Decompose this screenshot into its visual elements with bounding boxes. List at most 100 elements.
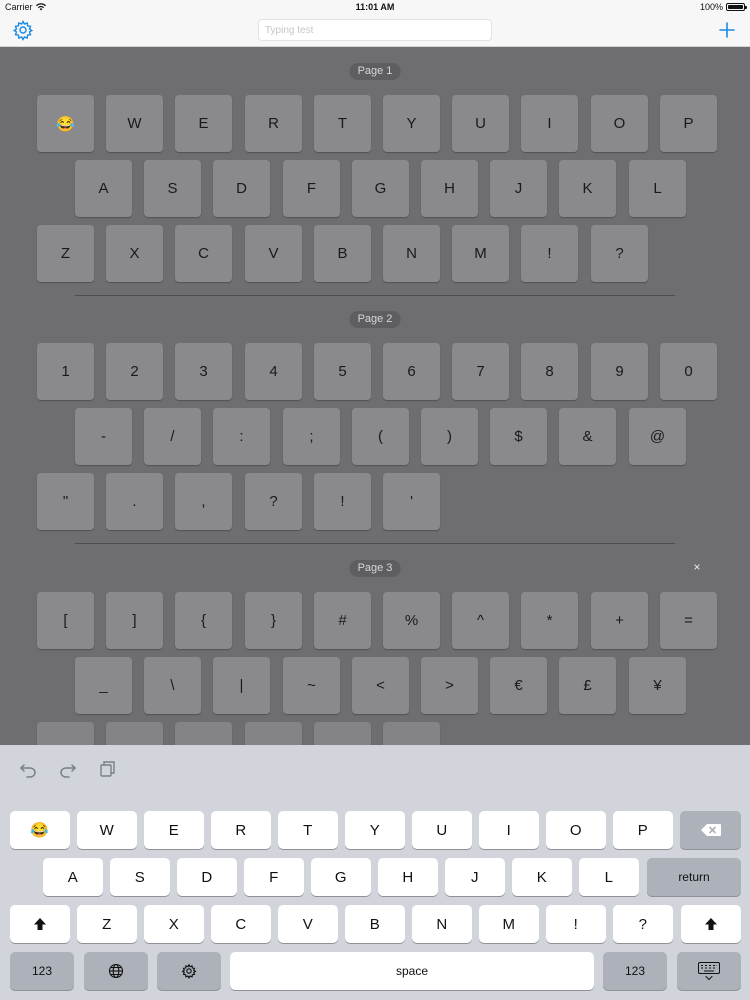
globe-key[interactable] xyxy=(84,952,148,990)
layout-key[interactable]: . xyxy=(106,473,163,530)
layout-key[interactable]: O xyxy=(591,95,648,152)
layout-key[interactable]: = xyxy=(660,592,717,649)
close-icon[interactable]: × xyxy=(690,560,704,574)
keyboard-key[interactable]: A xyxy=(43,858,103,896)
layout-key[interactable]: , xyxy=(175,473,232,530)
layout-key[interactable]: _ xyxy=(75,657,132,714)
layout-key[interactable]: Y xyxy=(383,95,440,152)
layout-key[interactable] xyxy=(245,722,302,745)
plus-icon[interactable] xyxy=(716,19,738,41)
shift-left-key[interactable] xyxy=(10,905,70,943)
layout-key[interactable]: : xyxy=(213,408,270,465)
layout-key[interactable]: ? xyxy=(245,473,302,530)
layout-key[interactable]: G xyxy=(352,160,409,217)
paste-icon[interactable] xyxy=(98,759,118,779)
layout-key[interactable]: " xyxy=(37,473,94,530)
layout-key[interactable]: / xyxy=(144,408,201,465)
layout-key[interactable] xyxy=(175,722,232,745)
layout-key[interactable]: 0 xyxy=(660,343,717,400)
layout-key[interactable]: > xyxy=(421,657,478,714)
layout-key[interactable]: $ xyxy=(490,408,547,465)
layout-key[interactable]: € xyxy=(490,657,547,714)
layout-key[interactable]: L xyxy=(629,160,686,217)
layout-key[interactable]: A xyxy=(75,160,132,217)
layout-key[interactable]: ^ xyxy=(452,592,509,649)
keyboard-key[interactable]: ! xyxy=(546,905,606,943)
layout-key[interactable]: 9 xyxy=(591,343,648,400)
keyboard-key[interactable]: I xyxy=(479,811,539,849)
keyboard-key[interactable]: D xyxy=(177,858,237,896)
layout-key[interactable] xyxy=(37,722,94,745)
keyboard-key[interactable]: 😂 xyxy=(10,811,70,849)
layout-key[interactable]: 2 xyxy=(106,343,163,400)
numbers-key-right[interactable]: 123 xyxy=(603,952,667,990)
layout-key[interactable]: R xyxy=(245,95,302,152)
layout-key[interactable]: ! xyxy=(521,225,578,282)
layout-key[interactable]: & xyxy=(559,408,616,465)
layout-key[interactable]: £ xyxy=(559,657,616,714)
keyboard-key[interactable]: G xyxy=(311,858,371,896)
keyboard-key[interactable]: L xyxy=(579,858,639,896)
layout-key[interactable]: % xyxy=(383,592,440,649)
layout-key[interactable] xyxy=(106,722,163,745)
keyboard-key[interactable]: H xyxy=(378,858,438,896)
keyboard-key[interactable]: P xyxy=(613,811,673,849)
layout-key[interactable]: T xyxy=(314,95,371,152)
layout-key[interactable]: ¥ xyxy=(629,657,686,714)
keyboard-key[interactable]: E xyxy=(144,811,204,849)
keyboard-key[interactable]: Z xyxy=(77,905,137,943)
layout-key[interactable]: 5 xyxy=(314,343,371,400)
redo-icon[interactable] xyxy=(58,759,78,779)
layout-key[interactable]: J xyxy=(490,160,547,217)
dismiss-keyboard-key[interactable] xyxy=(677,952,741,990)
layout-key[interactable]: Z xyxy=(37,225,94,282)
layout-key[interactable]: 😂 xyxy=(37,95,94,152)
layout-key[interactable]: 8 xyxy=(521,343,578,400)
layout-key[interactable]: N xyxy=(383,225,440,282)
layout-key[interactable]: ? xyxy=(591,225,648,282)
keyboard-key[interactable]: S xyxy=(110,858,170,896)
keyboard-key[interactable]: B xyxy=(345,905,405,943)
layout-key[interactable]: ' xyxy=(383,473,440,530)
layout-key[interactable]: 6 xyxy=(383,343,440,400)
layout-key[interactable]: < xyxy=(352,657,409,714)
test-text-field[interactable] xyxy=(258,19,492,41)
layout-key[interactable]: X xyxy=(106,225,163,282)
keyboard-key[interactable]: W xyxy=(77,811,137,849)
keyboard-key[interactable]: J xyxy=(445,858,505,896)
layout-key[interactable]: W xyxy=(106,95,163,152)
layout-key[interactable]: C xyxy=(175,225,232,282)
layout-key[interactable]: } xyxy=(245,592,302,649)
layout-key[interactable]: H xyxy=(421,160,478,217)
layout-key[interactable] xyxy=(314,722,371,745)
layout-key[interactable]: B xyxy=(314,225,371,282)
keyboard-settings-key[interactable] xyxy=(157,952,221,990)
keyboard-key[interactable]: Y xyxy=(345,811,405,849)
layout-key[interactable]: [ xyxy=(37,592,94,649)
numbers-key-left[interactable]: 123 xyxy=(10,952,74,990)
shift-right-key[interactable] xyxy=(681,905,741,943)
layout-key[interactable]: 3 xyxy=(175,343,232,400)
keyboard-key[interactable]: ? xyxy=(613,905,673,943)
layout-key[interactable]: K xyxy=(559,160,616,217)
layout-key[interactable]: U xyxy=(452,95,509,152)
layout-key[interactable]: ( xyxy=(352,408,409,465)
layout-key[interactable]: E xyxy=(175,95,232,152)
layout-key[interactable]: ; xyxy=(283,408,340,465)
keyboard-key[interactable]: X xyxy=(144,905,204,943)
space-key[interactable]: space xyxy=(230,952,594,990)
layout-key[interactable]: ! xyxy=(314,473,371,530)
layout-key[interactable]: I xyxy=(521,95,578,152)
delete-key[interactable] xyxy=(680,811,741,849)
layout-key[interactable]: ] xyxy=(106,592,163,649)
keyboard-key[interactable]: F xyxy=(244,858,304,896)
keyboard-key[interactable]: R xyxy=(211,811,271,849)
layout-key[interactable]: 1 xyxy=(37,343,94,400)
layout-key[interactable]: S xyxy=(144,160,201,217)
layout-key[interactable] xyxy=(383,722,440,745)
layout-key[interactable]: ~ xyxy=(283,657,340,714)
layout-key[interactable]: V xyxy=(245,225,302,282)
layout-key[interactable]: | xyxy=(213,657,270,714)
layout-key[interactable]: # xyxy=(314,592,371,649)
layout-key[interactable]: \ xyxy=(144,657,201,714)
